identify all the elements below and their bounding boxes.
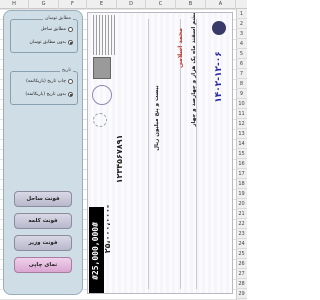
column-header[interactable]: G <box>29 0 59 9</box>
payee-option-group: مطابق توسان مطابق ساحل بدون مطابق توسان <box>10 16 78 53</box>
row-header[interactable]: 15 <box>236 149 247 159</box>
radio-option[interactable]: بدون تاریخ (باریکاتمه) <box>25 92 73 97</box>
radio-option[interactable]: مطابق ساحل <box>41 27 73 32</box>
row-header[interactable]: 22 <box>236 219 247 229</box>
radio-option[interactable]: بدون مطابق توسان <box>30 40 73 45</box>
row-header[interactable]: 14 <box>236 139 247 149</box>
row-header[interactable]: 11 <box>236 109 247 119</box>
amount-box-text: #25,000,000# <box>91 222 100 280</box>
security-pattern <box>93 15 115 55</box>
cheque-payee: محمد اسلامی <box>177 28 184 68</box>
row-header[interactable]: 5 <box>236 49 247 59</box>
row-header[interactable]: 29 <box>236 289 247 299</box>
radio-label: مطابق ساحل <box>40 27 66 32</box>
radio-label: بدون مطابق توسان <box>29 40 66 45</box>
radio-button[interactable] <box>68 27 73 32</box>
print-preview-button[interactable]: نمای چاپی <box>14 257 72 273</box>
radio-button-selected[interactable] <box>68 40 73 45</box>
cheque-date-words: ششم اسفند ماه یک هزار و چهارصد و چهار <box>191 12 197 127</box>
radio-label: بدون تاریخ (باریکاتمه) <box>25 92 66 97</box>
radio-button-selected[interactable] <box>68 92 73 97</box>
row-header[interactable]: 2 <box>236 19 247 29</box>
row-header[interactable]: 25 <box>236 249 247 259</box>
row-header[interactable]: 23 <box>236 229 247 239</box>
row-headers: 1 2 3 4 5 6 7 8 9 10 11 12 13 14 15 16 1… <box>236 9 247 300</box>
date-option-group: تاریخ چاپ تاریخ (باریکاتمه) بدون تاریخ (… <box>10 68 78 105</box>
font-kalameh-button[interactable]: فونت کلمه <box>14 213 72 229</box>
row-header[interactable]: 19 <box>236 189 247 199</box>
cheque-preview: ۱۴۰۲-۱۲-۰۶ ششم اسفند ماه یک هزار و چهارص… <box>87 12 233 294</box>
column-header[interactable]: B <box>176 0 206 9</box>
row-header[interactable]: 7 <box>236 69 247 79</box>
cheque-amount-words: بیست و پنج میلیون ریال <box>154 85 160 151</box>
row-header[interactable]: 3 <box>236 29 247 39</box>
radio-option[interactable]: چاپ تاریخ (باریکاتمه) <box>26 79 73 84</box>
group-title: تاریخ <box>60 68 73 73</box>
row-header[interactable]: 21 <box>236 209 247 219</box>
stamp-icon <box>92 85 112 105</box>
font-vazir-button[interactable]: فونت وزیر <box>14 235 72 251</box>
row-header[interactable]: 4 <box>236 39 247 49</box>
font-sahel-button[interactable]: فونت ساحل <box>14 191 72 207</box>
seal-icon <box>93 113 107 127</box>
radio-label: چاپ تاریخ (باریکاتمه) <box>26 79 66 84</box>
row-header[interactable]: 28 <box>236 279 247 289</box>
column-header[interactable]: H <box>0 0 29 9</box>
row-header[interactable]: 16 <box>236 159 247 169</box>
row-header[interactable]: 6 <box>236 59 247 69</box>
row-header[interactable]: 17 <box>236 169 247 179</box>
row-header[interactable]: 10 <box>236 99 247 109</box>
column-headers: H G F E D C B A <box>0 0 247 9</box>
radio-button[interactable] <box>68 79 73 84</box>
row-header[interactable]: 13 <box>236 129 247 139</box>
row-header[interactable]: 26 <box>236 259 247 269</box>
column-header[interactable]: F <box>59 0 87 9</box>
row-header[interactable]: 18 <box>236 179 247 189</box>
row-header[interactable]: 12 <box>236 119 247 129</box>
control-panel: مطابق توسان مطابق ساحل بدون مطابق توسان … <box>3 10 83 295</box>
column-header[interactable]: D <box>117 0 146 9</box>
row-header[interactable]: 20 <box>236 199 247 209</box>
column-header[interactable]: A <box>206 0 236 9</box>
bank-emblem-image <box>93 57 111 79</box>
amount-box: #25,000,000# <box>89 207 104 293</box>
row-header[interactable]: 24 <box>236 239 247 249</box>
column-header[interactable]: C <box>146 0 176 9</box>
cheque-date: ۱۴۰۲-۱۲-۰۶ <box>214 51 224 103</box>
cheque-account-number: ۱۲۳۴۵۶۷۸۹۱ <box>115 134 124 184</box>
row-header[interactable]: 9 <box>236 89 247 99</box>
row-header[interactable]: 8 <box>236 79 247 89</box>
divider <box>148 19 149 289</box>
group-title: مطابق توسان <box>43 16 73 21</box>
row-header[interactable]: 27 <box>236 269 247 279</box>
row-header[interactable]: 1 <box>236 9 247 19</box>
column-header[interactable]: E <box>87 0 117 9</box>
